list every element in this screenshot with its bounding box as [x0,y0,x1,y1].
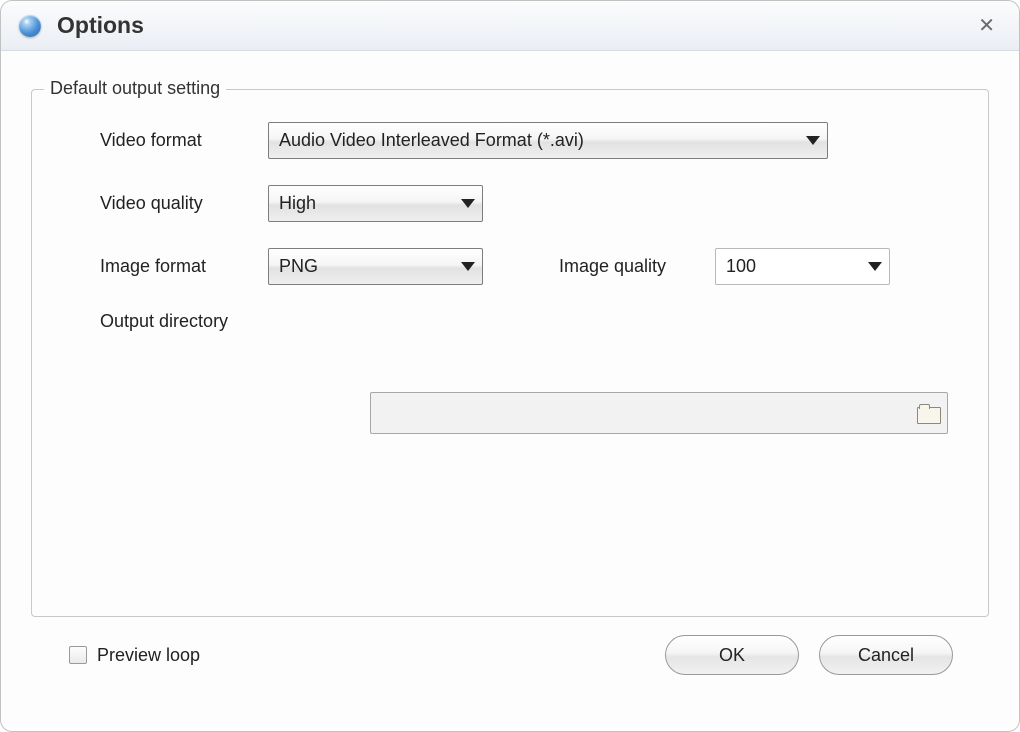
window-body: Default output setting Video format Audi… [1,51,1019,695]
app-icon [19,15,41,37]
output-directory-input[interactable] [370,392,948,434]
output-directory-path-row [72,392,948,434]
image-quality-value: 100 [716,256,861,277]
chevron-down-icon [861,262,889,271]
close-icon[interactable]: ✕ [972,9,1001,42]
video-quality-combobox[interactable]: High [268,185,483,222]
ok-button[interactable]: OK [665,635,799,675]
window-title: Options [57,12,972,39]
output-directory-label: Output directory [72,311,252,332]
image-format-row: Image format PNG Image quality 100 [72,248,948,285]
image-format-value: PNG [269,256,454,277]
default-output-setting-group: Default output setting Video format Audi… [31,89,989,617]
chevron-down-icon [799,136,827,145]
video-format-combobox[interactable]: Audio Video Interleaved Format (*.avi) [268,122,828,159]
cancel-button[interactable]: Cancel [819,635,953,675]
bottom-bar: Preview loop OK Cancel [31,617,989,675]
image-format-label: Image format [72,256,252,277]
chevron-down-icon [454,199,482,208]
video-format-value: Audio Video Interleaved Format (*.avi) [269,130,799,151]
groupbox-legend: Default output setting [44,78,226,99]
browse-button[interactable] [909,393,947,433]
image-format-combobox[interactable]: PNG [268,248,483,285]
titlebar: Options ✕ [1,1,1019,51]
preview-loop-checkbox-wrap[interactable]: Preview loop [69,645,645,666]
video-quality-label: Video quality [72,193,252,214]
image-quality-combobox[interactable]: 100 [715,248,890,285]
output-directory-row: Output directory [72,311,948,332]
video-quality-value: High [269,193,454,214]
image-quality-label: Image quality [559,256,699,277]
video-quality-row: Video quality High [72,185,948,222]
video-format-label: Video format [72,130,252,151]
video-format-row: Video format Audio Video Interleaved For… [72,122,948,159]
preview-loop-checkbox[interactable] [69,646,87,664]
folder-open-icon [917,405,939,422]
chevron-down-icon [454,262,482,271]
options-dialog: Options ✕ Default output setting Video f… [0,0,1020,732]
preview-loop-label: Preview loop [97,645,200,666]
